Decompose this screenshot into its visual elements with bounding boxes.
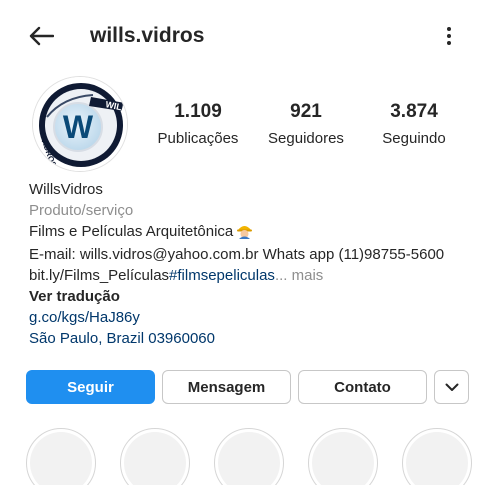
bio-website-link[interactable]: g.co/kgs/HaJ86y [29,308,479,329]
svg-text:W: W [63,109,94,145]
wills-vidros-logo: W WILLS VIDROS [33,77,127,171]
story-highlight[interactable] [120,428,190,485]
construction-worker-emoji-icon [236,222,253,246]
bio-name: WillsVidros [29,181,103,198]
stat-value: 921 [290,101,322,122]
back-button[interactable] [26,22,56,50]
story-highlight[interactable] [214,428,284,485]
bio-category: Produto/serviço [29,201,134,219]
story-highlight[interactable] [308,428,378,485]
stat-seguidores[interactable]: 921 Seguidores [251,100,361,150]
profile-bio: WillsVidros Produto/serviço Films e Pelí… [29,180,479,349]
stat-value: 3.874 [390,101,438,122]
suggested-accounts-button[interactable] [434,370,469,404]
stat-value: 1.109 [174,101,222,122]
bio-location-link[interactable]: São Paulo, Brazil 03960060 [29,329,479,350]
more-vertical-icon [447,27,451,45]
profile-username: wills.vidros [90,24,205,47]
bio-more-link[interactable]: ... mais [275,267,323,284]
bio-line-1-text: Films e Películas Arquitetônica [29,222,234,240]
stat-publicacoes[interactable]: 1.109 Publicações [143,100,253,150]
chevron-down-icon [445,383,458,391]
profile-header: wills.vidros [0,0,500,70]
message-button[interactable]: Mensagem [162,370,291,404]
bio-line-3: bit.ly/Films_Películas#filmsepeliculas..… [29,266,479,287]
bio-link-text[interactable]: bit.ly/Films_Películas [29,267,169,284]
story-highlight[interactable] [402,428,472,485]
bio-hashtag[interactable]: #filmsepeliculas [169,267,275,284]
bio-line-2: E-mail: wills.vidros@yahoo.com.br Whats … [29,246,445,264]
see-translation-link[interactable]: Ver tradução [29,287,479,308]
more-options-button[interactable] [436,22,462,50]
stat-label: Seguindo [382,130,446,147]
stat-label: Seguidores [268,130,344,147]
avatar[interactable]: W WILLS VIDROS [32,76,128,172]
follow-button[interactable]: Seguir [26,370,155,404]
stat-seguindo[interactable]: 3.874 Seguindo [359,100,469,150]
contact-button[interactable]: Contato [298,370,427,404]
arrow-left-icon [29,26,54,46]
story-highlight[interactable] [26,428,96,485]
bio-line-1: Films e Películas Arquitetônica [29,222,479,246]
stat-label: Publicações [157,130,239,147]
